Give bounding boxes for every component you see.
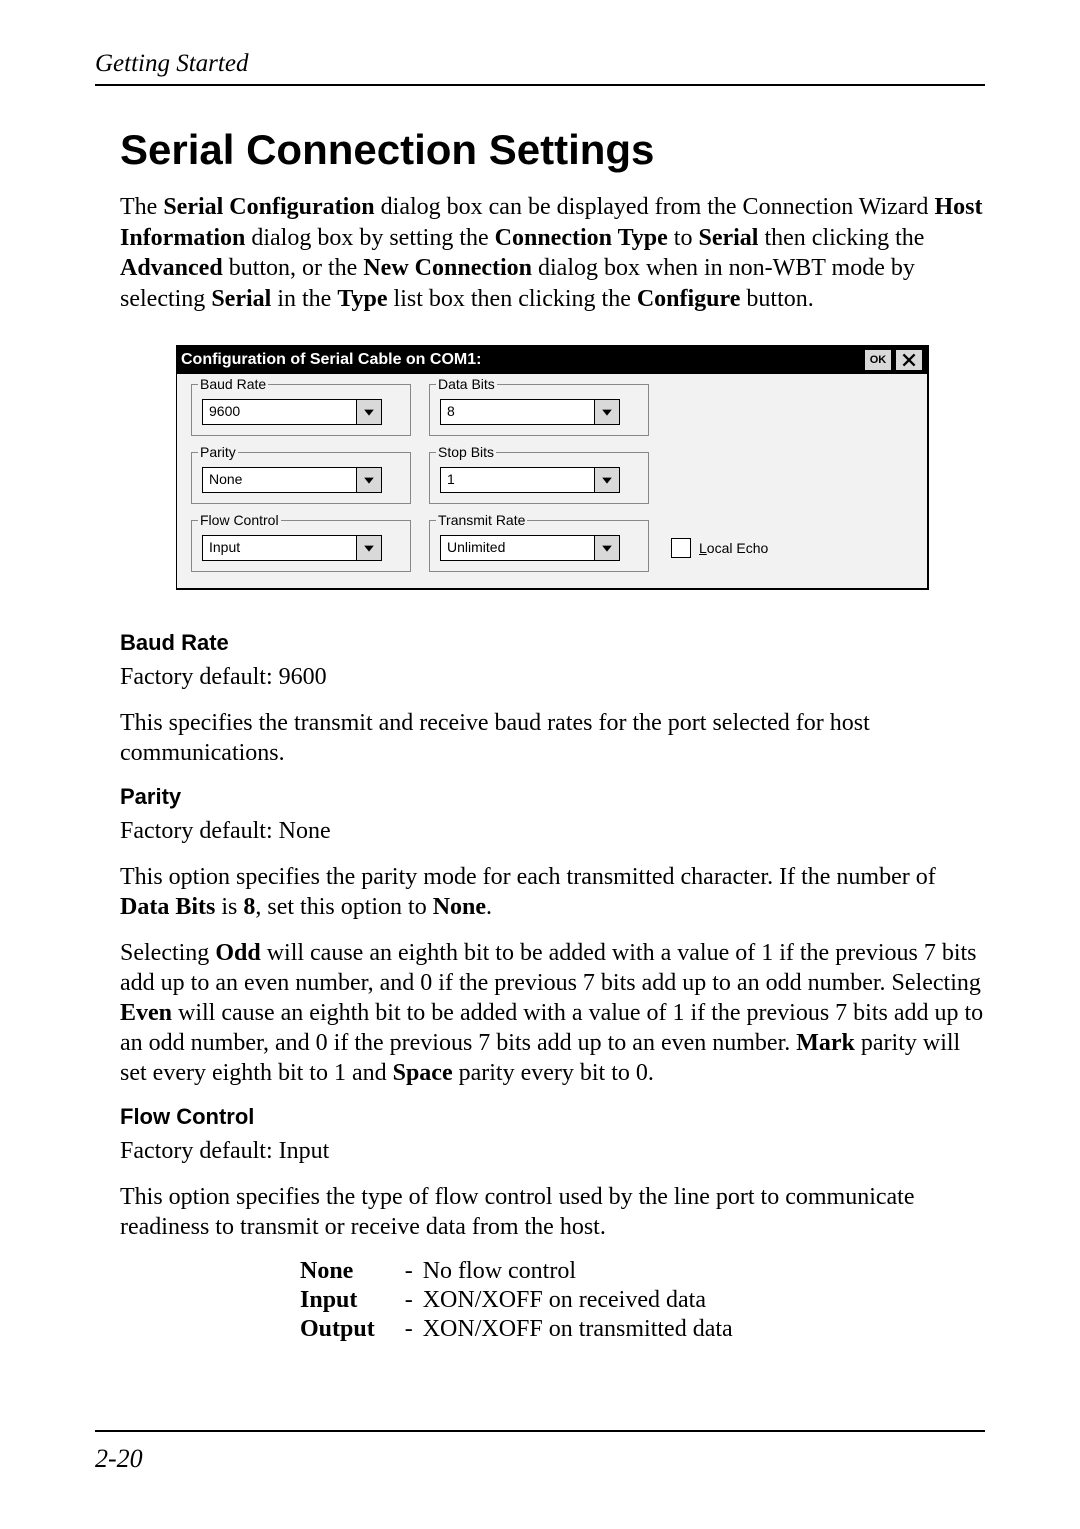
text: is [215, 894, 243, 920]
text: in the [271, 286, 337, 312]
close-icon [902, 353, 916, 367]
term: Mark [796, 1030, 855, 1056]
term: 8 [243, 894, 255, 920]
chevron-down-icon [594, 467, 620, 493]
term: Serial Configuration [163, 194, 374, 220]
running-head: Getting Started [95, 50, 985, 86]
flow-control-group: Flow Control Input [191, 520, 411, 572]
page-footer: 2-20 [95, 1430, 985, 1474]
parity-group: Parity None [191, 452, 411, 504]
chevron-down-icon [356, 399, 382, 425]
group-legend: Data Bits [436, 376, 497, 392]
serial-config-dialog: Configuration of Serial Cable on COM1: O… [176, 345, 929, 590]
term: Space [393, 1060, 453, 1086]
dialog-titlebar: Configuration of Serial Cable on COM1: O… [177, 346, 927, 374]
term: Advanced [120, 255, 223, 281]
parity-default: Factory default: None [120, 816, 985, 846]
flow-control-value: Input [202, 535, 356, 561]
group-legend: Flow Control [198, 512, 281, 528]
text: then clicking the [758, 225, 924, 251]
transmit-rate-group: Transmit Rate Unlimited [429, 520, 649, 572]
baud-rate-desc: This specifies the transmit and receive … [120, 708, 985, 768]
option-name: None [300, 1258, 405, 1287]
term: None [433, 894, 486, 920]
group-legend: Parity [198, 444, 238, 460]
baud-rate-value: 9600 [202, 399, 356, 425]
baud-rate-heading: Baud Rate [120, 630, 985, 656]
local-echo-checkbox[interactable]: Local Echo [671, 538, 768, 558]
chevron-down-icon [356, 467, 382, 493]
data-bits-value: 8 [440, 399, 594, 425]
text: , set this option to [255, 894, 432, 920]
text: . [486, 894, 492, 920]
term: Odd [215, 940, 260, 966]
data-bits-group: Data Bits 8 [429, 384, 649, 436]
text: button, or the [223, 255, 364, 281]
parity-desc-1: This option specifies the parity mode fo… [120, 862, 985, 922]
table-row: Input - XON/XOFF on received data [300, 1287, 743, 1316]
term: Connection Type [495, 225, 668, 251]
parity-heading: Parity [120, 784, 985, 810]
text: parity every bit to 0. [453, 1060, 654, 1086]
stop-bits-value: 1 [440, 467, 594, 493]
term: Serial [211, 286, 271, 312]
stop-bits-select[interactable]: 1 [440, 467, 620, 493]
dash: - [405, 1287, 423, 1316]
term: Configure [637, 286, 741, 312]
parity-desc-2: Selecting Odd will cause an eighth bit t… [120, 938, 985, 1088]
dash: - [405, 1258, 423, 1287]
option-desc: XON/XOFF on transmitted data [423, 1316, 743, 1345]
chevron-down-icon [356, 535, 382, 561]
option-desc: No flow control [423, 1258, 743, 1287]
parity-select[interactable]: None [202, 467, 382, 493]
checkbox-icon [671, 538, 691, 558]
text: dialog box by setting the [245, 225, 494, 251]
baud-rate-default: Factory default: 9600 [120, 662, 985, 692]
local-echo-label: Local Echo [699, 540, 768, 556]
text: The [120, 194, 163, 220]
option-desc: XON/XOFF on received data [423, 1287, 743, 1316]
data-bits-select[interactable]: 8 [440, 399, 620, 425]
dialog-title: Configuration of Serial Cable on COM1: [181, 351, 861, 369]
term: Even [120, 1000, 172, 1026]
term: Type [337, 286, 387, 312]
chevron-down-icon [594, 399, 620, 425]
table-row: None - No flow control [300, 1258, 743, 1287]
flow-control-default: Factory default: Input [120, 1136, 985, 1166]
term: Data Bits [120, 894, 215, 920]
option-name: Output [300, 1316, 405, 1345]
flow-control-options-table: None - No flow control Input - XON/XOFF … [300, 1258, 743, 1345]
text: button. [740, 286, 813, 312]
stop-bits-group: Stop Bits 1 [429, 452, 649, 504]
group-legend: Stop Bits [436, 444, 496, 460]
transmit-rate-value: Unlimited [440, 535, 594, 561]
text: dialog box can be displayed from the Con… [375, 194, 935, 220]
text: Selecting [120, 940, 215, 966]
transmit-rate-select[interactable]: Unlimited [440, 535, 620, 561]
parity-value: None [202, 467, 356, 493]
flow-control-desc: This option specifies the type of flow c… [120, 1182, 985, 1242]
baud-rate-select[interactable]: 9600 [202, 399, 382, 425]
page-title: Serial Connection Settings [120, 126, 985, 174]
group-legend: Transmit Rate [436, 512, 527, 528]
group-legend: Baud Rate [198, 376, 268, 392]
text: list box then clicking the [388, 286, 637, 312]
table-row: Output - XON/XOFF on transmitted data [300, 1316, 743, 1345]
term: Serial [698, 225, 758, 251]
dash: - [405, 1316, 423, 1345]
flow-control-heading: Flow Control [120, 1104, 985, 1130]
close-button[interactable] [895, 349, 923, 371]
ok-button[interactable]: OK [864, 349, 892, 371]
chevron-down-icon [594, 535, 620, 561]
intro-paragraph: The Serial Configuration dialog box can … [120, 192, 985, 315]
text: This option specifies the parity mode fo… [120, 864, 936, 890]
page-number: 2-20 [95, 1444, 985, 1474]
option-name: Input [300, 1287, 405, 1316]
baud-rate-group: Baud Rate 9600 [191, 384, 411, 436]
flow-control-select[interactable]: Input [202, 535, 382, 561]
text: to [668, 225, 699, 251]
term: New Connection [363, 255, 532, 281]
